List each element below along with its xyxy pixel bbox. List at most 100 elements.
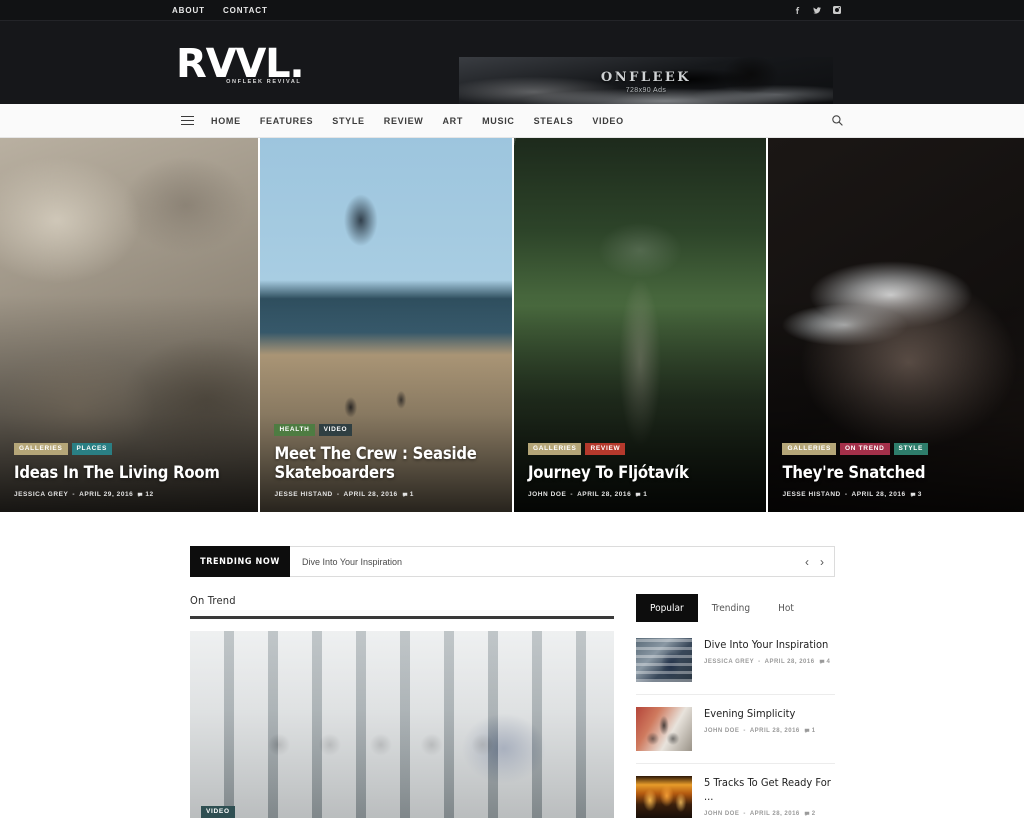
post-title[interactable]: 5 Tracks To Get Ready For ... (704, 776, 835, 804)
post-date: APRIL 28, 2016 (749, 728, 800, 734)
tag-review[interactable]: REVIEW (585, 443, 626, 455)
tag-places[interactable]: PLACES (71, 443, 113, 455)
comment-count: 4 (819, 659, 831, 665)
twitter-icon[interactable] (812, 5, 822, 15)
tag-list: HEALTH VIDEO (274, 424, 500, 436)
comment-icon (402, 492, 407, 497)
facebook-icon[interactable] (792, 5, 802, 15)
nav-item-style[interactable]: STYLE (332, 116, 365, 126)
nav-item-features[interactable]: FEATURES (260, 116, 313, 126)
comment-icon (819, 659, 824, 664)
post-author: JOHN DOE (704, 728, 740, 734)
trending-nav: ‹ › (805, 556, 824, 568)
meta-separator: - (570, 491, 574, 498)
meta-separator: - (336, 491, 340, 498)
nav-item-steals[interactable]: STEALS (534, 116, 574, 126)
hero-card[interactable]: GALLERIES REVIEW Journey To Fljótavík JO… (513, 138, 767, 512)
hero-author: JESSICA GREY (14, 491, 69, 498)
topbar-link-about[interactable]: ABOUT (172, 6, 205, 15)
ad-banner[interactable]: ONFLEEK 728x90 Ads (459, 57, 833, 107)
hero-author: JESSE HISTAND (782, 491, 841, 498)
site-logo[interactable]: RVVL. ONFLEEK REVIVAL (176, 41, 305, 87)
trending-content: Dive Into Your Inspiration ‹ › (290, 546, 835, 577)
hero-title[interactable]: They're Snatched (782, 463, 1012, 482)
nav-item-home[interactable]: HOME (211, 116, 241, 126)
hero-author: JOHN DOE (527, 491, 567, 498)
hamburger-icon[interactable] (181, 115, 194, 126)
trending-label: TRENDING NOW (190, 546, 290, 577)
hero-card[interactable]: GALLERIES ON TREND STYLE They're Snatche… (768, 138, 1024, 512)
feature-article-card[interactable]: VIDEO (190, 631, 614, 818)
content-column: On Trend VIDEO (190, 594, 614, 818)
tag-galleries[interactable]: GALLERIES (527, 443, 582, 455)
post-title[interactable]: Evening Simplicity (704, 707, 835, 721)
tab-trending[interactable]: Trending (698, 594, 764, 622)
video-badge: VIDEO (201, 806, 235, 818)
meta-separator: - (844, 491, 848, 498)
popular-post-list: Dive Into Your Inspiration JESSICA GREY … (636, 628, 835, 818)
list-item[interactable]: 5 Tracks To Get Ready For ... JOHN DOE -… (636, 764, 835, 818)
main-content: On Trend VIDEO Popular Trending Hot Dive… (190, 594, 835, 818)
nav-item-review[interactable]: REVIEW (384, 116, 424, 126)
comment-number: 3 (917, 491, 922, 498)
chevron-left-icon[interactable]: ‹ (805, 556, 809, 568)
post-author: JOHN DOE (704, 811, 740, 817)
sidebar-tabs: Popular Trending Hot (636, 594, 835, 622)
post-title[interactable]: Dive Into Your Inspiration (704, 638, 835, 652)
instagram-icon[interactable] (832, 5, 842, 15)
nav-items: HOME FEATURES STYLE REVIEW ART MUSIC STE… (211, 116, 624, 126)
social-links (792, 5, 842, 15)
post-body: Evening Simplicity JOHN DOE - APRIL 28, … (704, 707, 835, 751)
trending-headline[interactable]: Dive Into Your Inspiration (302, 557, 402, 567)
section-divider (190, 616, 614, 619)
hero-title[interactable]: Meet The Crew : Seaside Skateboarders (274, 444, 500, 482)
tag-health[interactable]: HEALTH (274, 424, 315, 436)
comment-number: 1 (643, 491, 648, 498)
tag-galleries[interactable]: GALLERIES (14, 443, 68, 455)
hero-title[interactable]: Journey To Fljótavík (528, 463, 755, 482)
topbar-links: ABOUT CONTACT (172, 6, 268, 15)
post-body: Dive Into Your Inspiration JESSICA GREY … (704, 638, 835, 682)
comment-number: 1 (811, 728, 816, 734)
hero-title[interactable]: Ideas In The Living Room (14, 463, 246, 482)
post-thumbnail (636, 638, 692, 682)
list-item[interactable]: Evening Simplicity JOHN DOE - APRIL 28, … (636, 695, 835, 764)
tab-popular[interactable]: Popular (636, 594, 698, 622)
hero-caption: GALLERIES REVIEW Journey To Fljótavík JO… (527, 443, 755, 498)
meta-separator: - (743, 728, 746, 734)
chevron-right-icon[interactable]: › (820, 556, 824, 568)
post-meta: JOHN DOE - APRIL 28, 2016 1 (704, 728, 835, 734)
topbar-link-contact[interactable]: CONTACT (223, 6, 268, 15)
comment-count: 1 (402, 491, 414, 498)
sidebar: Popular Trending Hot Dive Into Your Insp… (636, 594, 835, 818)
hero-meta: JESSE HISTAND - APRIL 28, 2016 1 (274, 491, 500, 498)
logo-text: RVVL. (176, 41, 305, 87)
tag-on-trend[interactable]: ON TREND (839, 443, 890, 455)
post-thumbnail (636, 776, 692, 818)
comment-number: 12 (145, 491, 154, 498)
tab-hot[interactable]: Hot (764, 594, 808, 622)
post-date: APRIL 28, 2016 (749, 811, 800, 817)
comment-icon (910, 492, 915, 497)
nav-item-music[interactable]: MUSIC (482, 116, 515, 126)
comment-icon (636, 492, 641, 497)
list-item[interactable]: Dive Into Your Inspiration JESSICA GREY … (636, 628, 835, 695)
hero-card[interactable]: GALLERIES PLACES Ideas In The Living Roo… (0, 138, 259, 512)
hero-caption: HEALTH VIDEO Meet The Crew : Seaside Ska… (274, 424, 500, 498)
meta-separator: - (72, 491, 76, 498)
comment-count: 3 (910, 491, 922, 498)
comment-icon (804, 811, 810, 816)
hero-date: APRIL 28, 2016 (343, 491, 398, 498)
comment-count: 1 (635, 491, 647, 498)
nav-item-video[interactable]: VIDEO (592, 116, 624, 126)
tag-galleries[interactable]: GALLERIES (782, 443, 836, 455)
nav-item-art[interactable]: ART (442, 116, 463, 126)
tag-list: GALLERIES REVIEW (527, 443, 755, 455)
search-icon[interactable] (831, 114, 844, 127)
comment-count: 2 (804, 811, 816, 817)
tag-video[interactable]: VIDEO (318, 424, 353, 436)
tag-style[interactable]: STYLE (893, 443, 928, 455)
post-body: 5 Tracks To Get Ready For ... JOHN DOE -… (704, 776, 835, 818)
hero-card[interactable]: HEALTH VIDEO Meet The Crew : Seaside Ska… (260, 138, 512, 512)
post-meta: JOHN DOE - APRIL 28, 2016 2 (704, 811, 835, 817)
